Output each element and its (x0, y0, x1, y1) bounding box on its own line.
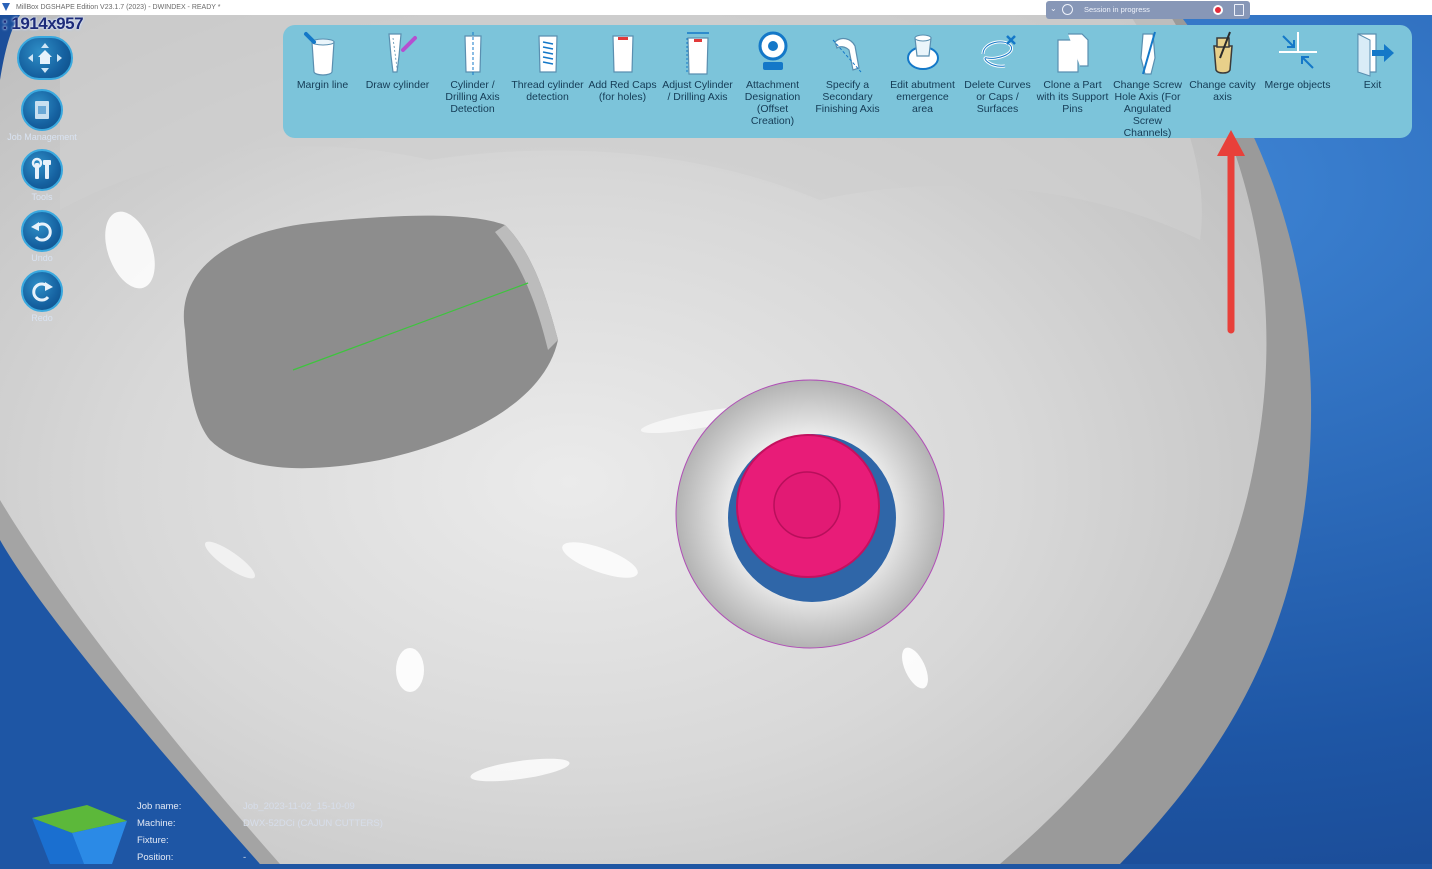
margin-line-button[interactable]: Margin line (285, 28, 360, 91)
job-management-icon (21, 89, 63, 131)
clone-part-label: Clone a Part with its Support Pins (1036, 79, 1109, 115)
merge-objects-icon (1278, 32, 1317, 69)
exit-icon (1356, 33, 1394, 77)
draw-cylinder-label: Draw cylinder (365, 79, 430, 91)
abutment-icon (906, 34, 939, 70)
thread-cylinder-icon (537, 35, 558, 73)
position-key: Position: (137, 852, 174, 863)
undo-button[interactable]: Undo (20, 210, 64, 263)
undo-icon (21, 210, 63, 252)
abutment-button[interactable]: Edit abutment emergence area (885, 28, 960, 115)
tools-icon (21, 149, 63, 191)
job-management-button[interactable]: Job Management (2, 89, 82, 142)
brand-logo-icon (32, 805, 127, 864)
attachment-label: Attachment Designation (Offset Creation) (744, 79, 801, 127)
session-status: Session in progress (1084, 5, 1150, 14)
machine-key: Machine: (137, 818, 176, 829)
machine-value: DWX-52DCi (CAJUN CUTTERS) (243, 818, 383, 829)
chevron-down-icon[interactable]: ⌄ (1050, 0, 1057, 18)
red-arrow-icon (1217, 130, 1245, 334)
secondary-axis-icon (832, 37, 861, 73)
exit-button[interactable]: Exit (1335, 28, 1410, 91)
abutment-label: Edit abutment emergence area (890, 79, 955, 115)
navigation-pad-icon[interactable] (17, 36, 73, 80)
window-title: MillBox DGSHAPE Edition V23.1.7 (2023) -… (16, 4, 221, 11)
record-icon[interactable] (1213, 5, 1223, 15)
draw-cylinder-button[interactable]: Draw cylinder (360, 28, 435, 91)
cavity-axis-button[interactable]: Change cavity axis (1185, 28, 1260, 103)
undo-label: Undo (31, 253, 53, 263)
screw-hole-axis-icon (1139, 31, 1156, 75)
app-logo-icon (2, 3, 10, 11)
screw-hole-axis-label: Change Screw Hole Axis (For Angulated Sc… (1113, 79, 1182, 139)
screw-hole-axis-button[interactable]: Change Screw Hole Axis (For Angulated Sc… (1110, 28, 1185, 139)
tool-ribbon: Margin line Draw cylinder Cylinder / Dri… (283, 25, 1412, 139)
thread-cylinder-button[interactable]: Thread cylinder detection (510, 28, 585, 103)
red-caps-button[interactable]: Add Red Caps (for holes) (585, 28, 660, 103)
adjust-cylinder-button[interactable]: Adjust Cylinder / Drilling Axis (660, 28, 735, 103)
tools-button[interactable]: Tools (20, 149, 64, 202)
adjust-cylinder-icon (686, 32, 709, 75)
margin-line-label: Margin line (296, 79, 349, 91)
resolution-badge: : 1914x957 (2, 14, 84, 33)
position-value: - (243, 852, 247, 863)
cylinder-detection-button[interactable]: Cylinder / Drilling Axis Detection (435, 28, 510, 115)
margin-line-icon (303, 32, 335, 76)
cavity-axis-label: Change cavity axis (1189, 79, 1256, 103)
merge-objects-label: Merge objects (1264, 79, 1331, 91)
exit-label: Exit (1363, 79, 1382, 91)
thread-cylinder-label: Thread cylinder detection (511, 79, 584, 103)
attachment-icon (758, 31, 787, 70)
fixture-key: Fixture: (137, 835, 169, 846)
exit-session-icon[interactable] (1234, 4, 1244, 16)
job-management-label: Job Management (7, 132, 77, 142)
cylinder-detection-icon (463, 32, 482, 76)
secondary-axis-button[interactable]: Specify a Secondary Finishing Axis (810, 28, 885, 115)
job-name-value: Job_2023-11-02_15-10-09 (243, 801, 355, 812)
delete-curves-icon (981, 35, 1016, 68)
delete-curves-label: Delete Curves or Caps / Surfaces (964, 79, 1031, 115)
clone-part-icon (1056, 33, 1089, 73)
merge-objects-button[interactable]: Merge objects (1260, 28, 1335, 91)
tools-label: Tools (31, 192, 53, 202)
cavity-axis-icon (1212, 31, 1233, 74)
adjust-cylinder-label: Adjust Cylinder / Drilling Axis (662, 79, 733, 103)
attachment-button[interactable]: Attachment Designation (Offset Creation) (735, 28, 810, 127)
session-icon (1062, 4, 1073, 15)
navigation-pad[interactable] (17, 36, 73, 80)
redo-icon (21, 270, 63, 312)
secondary-axis-label: Specify a Secondary Finishing Axis (815, 79, 880, 115)
draw-cylinder-icon (387, 33, 417, 73)
redo-button[interactable]: Redo (20, 270, 64, 323)
red-caps-label: Add Red Caps (for holes) (588, 79, 657, 103)
cylinder-detection-label: Cylinder / Drilling Axis Detection (445, 79, 500, 115)
job-name-key: Job name: (137, 801, 182, 812)
delete-curves-button[interactable]: Delete Curves or Caps / Surfaces (960, 28, 1035, 115)
red-caps-icon (611, 35, 634, 73)
session-bar[interactable]: ⌄ Session in progress (1046, 1, 1250, 19)
redo-label: Redo (31, 313, 53, 323)
clone-part-button[interactable]: Clone a Part with its Support Pins (1035, 28, 1110, 115)
